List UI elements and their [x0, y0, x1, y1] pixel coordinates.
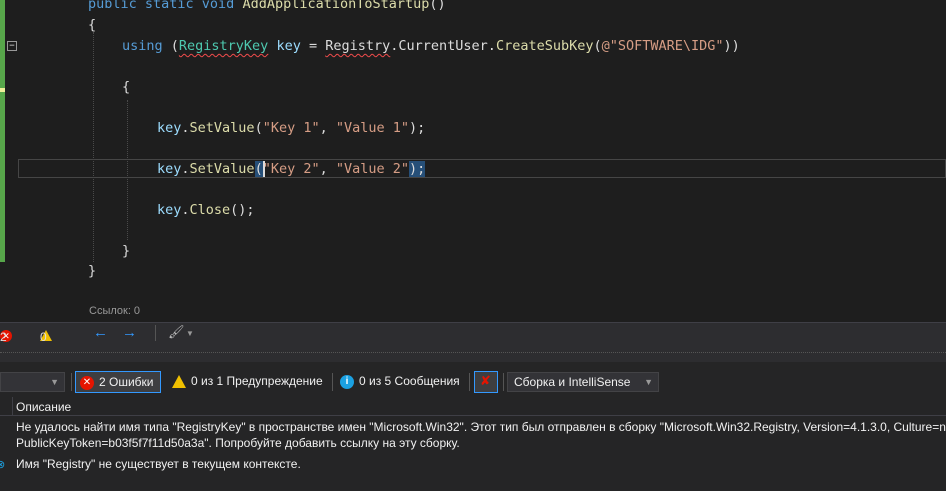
build-filter-value: Сборка и IntelliSense	[514, 375, 631, 389]
string-literal: "Key 2"	[262, 161, 320, 177]
using-keyword: using	[122, 38, 163, 54]
info-icon: i	[340, 374, 354, 389]
punctuation: ();	[230, 202, 255, 218]
variable-key: key	[276, 38, 301, 54]
setvalue-line-2[interactable]: key.SetValue("Key 2", "Value 2");	[157, 160, 426, 178]
punctuation: );	[409, 120, 426, 136]
filter-clear-icon: ✘	[480, 373, 491, 388]
error-row[interactable]: Не удалось найти имя типа "RegistryKey" …	[0, 419, 946, 453]
nav-back-icon[interactable]: ←	[93, 324, 108, 341]
warning-count: 0	[40, 330, 47, 344]
errors-filter-label: 2 Ошибки	[99, 375, 154, 389]
punctuation: ))	[723, 38, 740, 54]
member-access: .CurrentUser.	[390, 38, 496, 54]
clear-filter-button[interactable]: ✘	[474, 371, 498, 393]
messages-filter-label: 0 из 5 Сообщения	[359, 374, 460, 388]
variable-key: key	[157, 161, 182, 177]
separator	[71, 373, 72, 391]
nav-forward-icon[interactable]: →	[122, 324, 137, 341]
build-intellisense-dropdown[interactable]: Сборка и IntelliSense ▼	[507, 372, 659, 392]
splitter-grip	[0, 352, 946, 353]
close-brace[interactable]: }	[88, 262, 96, 280]
punctuation: .	[181, 202, 190, 218]
indent-guide	[93, 32, 94, 262]
separator	[332, 373, 333, 391]
close-line[interactable]: key.Close();	[157, 201, 255, 219]
punctuation: (	[162, 38, 179, 54]
column-divider[interactable]	[12, 397, 13, 415]
references-codelens[interactable]: Ссылок: 0	[89, 305, 140, 317]
operator: =	[300, 38, 326, 54]
error-message-line: PublicKeyToken=b03f5f7f11d50a3a". Попроб…	[16, 436, 460, 450]
using-statement[interactable]: using (RegistryKey key = Registry.Curren…	[122, 37, 740, 55]
editor-status-bar: ✕ 2 0 ← → 🖌 ▼	[0, 322, 946, 345]
method-name: AddApplicationToStartup	[242, 0, 430, 12]
error-icon: ✕	[80, 375, 94, 390]
error-message: Имя "Registry" не существует в текущем к…	[16, 457, 301, 471]
variable-key: key	[157, 120, 182, 136]
string-literal: "Value 1"	[335, 120, 410, 136]
error-row[interactable]: ⊗ Имя "Registry" не существует в текущем…	[0, 456, 946, 474]
punctuation: .	[181, 161, 190, 177]
cleanup-brush-icon[interactable]: 🖌	[168, 324, 185, 340]
error-message: Не удалось найти имя типа "RegistryKey" …	[16, 419, 946, 451]
inner-close-brace[interactable]: }	[122, 242, 130, 260]
punctuation: (	[254, 120, 263, 136]
error-list-header: Описание	[0, 397, 946, 416]
setvalue-line-1[interactable]: key.SetValue("Key 1", "Value 1");	[157, 119, 425, 137]
punctuation: .	[181, 120, 190, 136]
error-list-toolbar: ▼ ✕ 2 Ошибки 0 из 1 Предупреждение i 0 из …	[0, 369, 946, 395]
scope-dropdown[interactable]: ▼	[0, 372, 65, 392]
inner-open-brace[interactable]: {	[122, 78, 130, 96]
change-margin-saved	[0, 0, 5, 88]
chevron-down-icon: ▼	[50, 377, 59, 387]
punctuation: ,	[319, 120, 336, 136]
separator	[503, 373, 504, 391]
error-list-panel: ▼ ✕ 2 Ошибки 0 из 1 Предупреждение i 0 из …	[0, 344, 946, 491]
error-message-line: Не удалось найти имя типа "RegistryKey" …	[16, 420, 946, 434]
brace-match-highlight: (	[254, 161, 263, 177]
change-margin-saved	[0, 92, 5, 262]
registry-class-error[interactable]: Registry	[325, 38, 390, 54]
warnings-filter-label: 0 из 1 Предупреждение	[191, 374, 323, 388]
error-count: 2	[0, 330, 7, 344]
punctuation: ()	[429, 0, 446, 12]
punctuation: (	[593, 38, 602, 54]
separator	[469, 373, 470, 391]
method-setvalue: SetValue	[189, 161, 255, 177]
collapse-toggle-icon[interactable]: −	[7, 41, 17, 51]
variable-key: key	[157, 202, 182, 218]
messages-filter-button[interactable]: i 0 из 5 Сообщения	[336, 371, 466, 393]
method-signature[interactable]: public static void AddApplicationToStart…	[88, 0, 446, 13]
punctuation: ,	[319, 161, 336, 177]
brace-match-highlight: );	[409, 161, 426, 177]
string-literal: "Key 1"	[262, 120, 320, 136]
error-icon: ⊗	[0, 459, 6, 471]
method-createsubkey: CreateSubKey	[495, 38, 594, 54]
string-literal: "Value 2"	[335, 161, 410, 177]
string-literal: @"SOFTWARE\IDG"	[601, 38, 724, 54]
chevron-down-icon[interactable]: ▼	[186, 329, 194, 338]
open-brace[interactable]: {	[88, 16, 96, 34]
method-close: Close	[189, 202, 231, 218]
column-description[interactable]: Описание	[16, 400, 71, 414]
errors-filter-button[interactable]: ✕ 2 Ошибки	[75, 371, 161, 393]
separator	[155, 325, 156, 341]
warnings-filter-button[interactable]: 0 из 1 Предупреждение	[168, 371, 329, 393]
keyword: public static void	[88, 0, 243, 12]
chevron-down-icon: ▼	[644, 377, 653, 387]
method-setvalue: SetValue	[189, 120, 255, 136]
registrykey-type-error[interactable]: RegistryKey	[179, 38, 268, 54]
warning-icon	[172, 375, 186, 389]
panel-splitter[interactable]	[0, 344, 946, 362]
code-editor[interactable]: − public static void AddApplicationToSta…	[0, 0, 946, 322]
